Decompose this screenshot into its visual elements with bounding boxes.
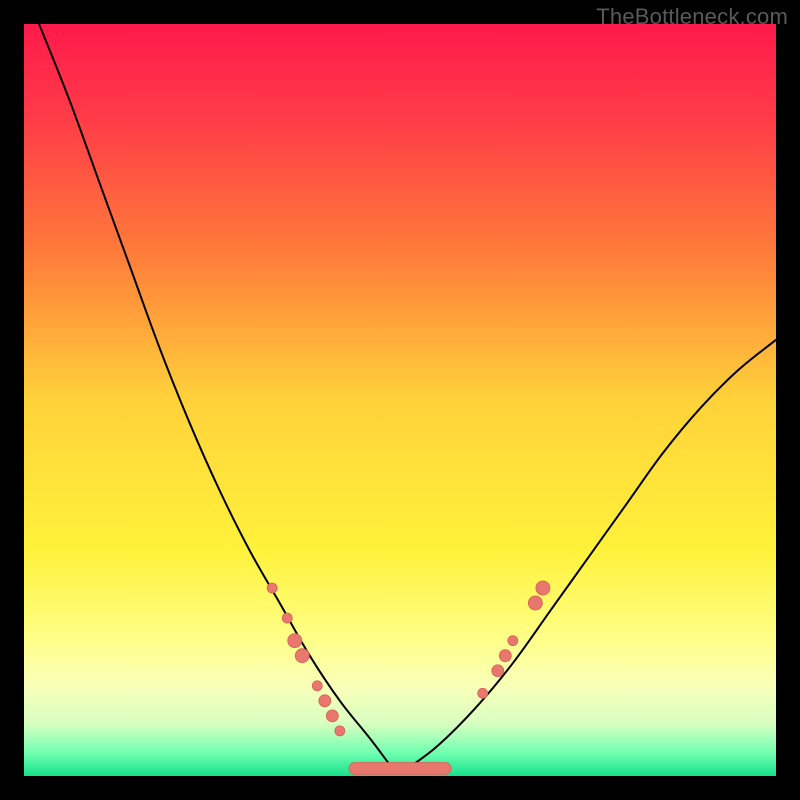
data-marker [492,665,504,677]
data-marker [536,581,550,595]
watermark-text: TheBottleneck.com [596,4,788,30]
data-marker [312,681,322,691]
data-marker [267,583,277,593]
data-marker [508,636,518,646]
data-marker [499,650,511,662]
data-marker [282,613,292,623]
data-marker [478,688,488,698]
data-marker [288,634,302,648]
gradient-background [24,24,776,776]
data-marker [335,726,345,736]
valley-capsule [349,762,451,774]
data-marker [528,596,542,610]
plot-svg [24,24,776,776]
data-marker [295,649,309,663]
chart-frame [24,24,776,776]
data-marker [319,695,331,707]
data-marker [326,710,338,722]
